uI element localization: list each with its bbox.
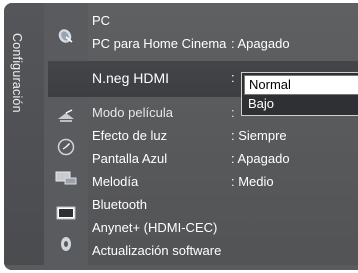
- antenna-channel-icon[interactable]: [55, 107, 77, 125]
- bottom-bar: [4, 265, 358, 270]
- monitor-keyboard-icon[interactable]: [55, 169, 77, 187]
- menu-item-bluetooth[interactable]: Bluetooth: [92, 197, 147, 213]
- menu-value-melodia: : Medio: [231, 174, 274, 189]
- menu-value-nneg-hdmi: :: [231, 70, 235, 85]
- sidebar-title: Configuración: [10, 33, 24, 113]
- menu-value-pantalla-azul: : Apagado: [231, 151, 290, 166]
- menu-item-pc[interactable]: PC: [92, 13, 110, 29]
- sidebar: Configuración: [4, 3, 44, 270]
- menu-value-modo-pelicula: :: [231, 105, 235, 120]
- dropdown-option-bajo[interactable]: Bajo: [244, 95, 358, 115]
- icon-column: [44, 3, 88, 270]
- menu-item-melodia[interactable]: Melodía: [92, 174, 138, 190]
- menu-item-anynet[interactable]: Anynet+ (HDMI-CEC): [92, 220, 217, 236]
- satellite-dish-icon[interactable]: [55, 27, 77, 45]
- menu-item-efecto-de-luz[interactable]: Efecto de luz: [92, 128, 167, 144]
- menu-item-modo-pelicula[interactable]: Modo película: [92, 105, 173, 121]
- menu-item-pantalla-azul[interactable]: Pantalla Azul: [92, 151, 167, 167]
- disc-icon[interactable]: [55, 235, 77, 253]
- menu-value-pc-home-cinema: : Apagado: [231, 36, 290, 51]
- menu-item-actualizacion-software[interactable]: Actualización software: [92, 243, 221, 259]
- hdmi-black-level-dropdown[interactable]: Normal Bajo: [241, 72, 358, 116]
- menu-value-efecto-de-luz: : Siempre: [231, 128, 287, 143]
- menu-item-pc-home-cinema[interactable]: PC para Home Cinema: [92, 36, 226, 52]
- dropdown-option-normal[interactable]: Normal: [244, 75, 358, 95]
- screen-icon[interactable]: [55, 204, 77, 222]
- clock-icon[interactable]: [55, 138, 77, 156]
- menu-panel: Configuración PC PC para Home Cinema: A…: [4, 3, 358, 270]
- tv-menu-screen: Configuración PC PC para Home Cinema: A…: [0, 0, 358, 273]
- menu-item-nneg-hdmi[interactable]: N.neg HDMI: [92, 70, 169, 86]
